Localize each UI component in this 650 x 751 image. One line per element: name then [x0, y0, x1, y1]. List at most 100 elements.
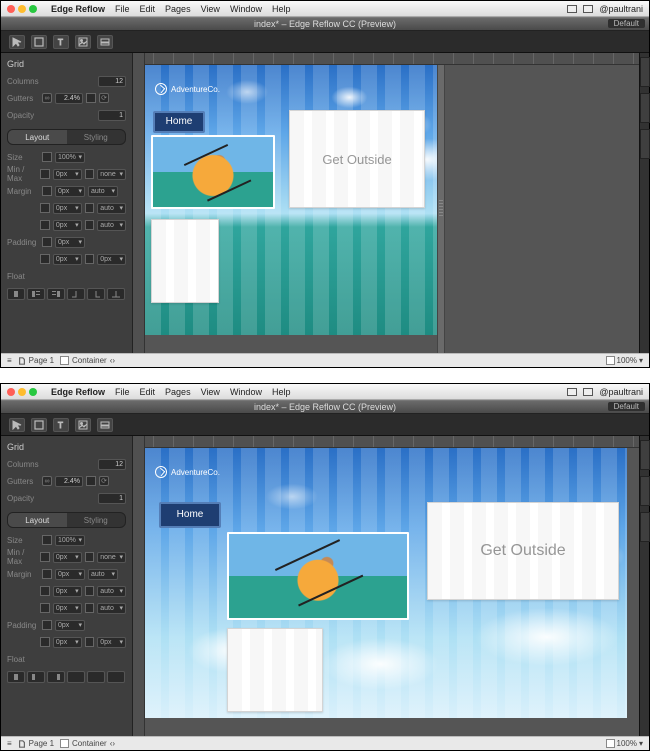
- opacity-input[interactable]: 1: [98, 493, 126, 504]
- zoom-icon[interactable]: [29, 388, 37, 396]
- image-tool-icon[interactable]: [75, 418, 91, 432]
- size-input[interactable]: 100%▾: [55, 152, 85, 163]
- refresh-icon[interactable]: ⟳: [99, 476, 109, 486]
- window-controls[interactable]: [7, 388, 37, 396]
- form-tool-icon[interactable]: [97, 35, 113, 49]
- box-tool-icon[interactable]: [31, 418, 47, 432]
- clear-both-icon[interactable]: [107, 671, 125, 683]
- link-icon[interactable]: ∞: [42, 476, 52, 486]
- min-input[interactable]: 0px▾: [53, 169, 82, 180]
- gutters-input[interactable]: 2.4%: [55, 476, 83, 487]
- zoom-icon[interactable]: [29, 5, 37, 13]
- margin-input[interactable]: 0px▾: [53, 220, 82, 231]
- columns-input[interactable]: 12: [98, 459, 126, 470]
- refresh-icon[interactable]: ⟳: [99, 93, 109, 103]
- tab-layout[interactable]: Layout: [8, 130, 67, 144]
- panel-tab-icon[interactable]: [640, 129, 650, 159]
- breakpoint-handle[interactable]: [437, 65, 445, 353]
- margin-link-icon[interactable]: [42, 186, 52, 196]
- panel-tab-icon[interactable]: [640, 440, 650, 470]
- menu-help[interactable]: Help: [272, 387, 291, 397]
- breadcrumb-container[interactable]: Container ‹›: [60, 356, 115, 365]
- home-nav-button[interactable]: Home: [159, 502, 221, 528]
- hamburger-icon[interactable]: ≡: [7, 356, 12, 365]
- panel-tab-icon[interactable]: [640, 512, 650, 542]
- minimize-icon[interactable]: [18, 5, 26, 13]
- menu-edit[interactable]: Edit: [140, 4, 156, 14]
- margin-link-icon[interactable]: [40, 203, 50, 213]
- margin-link-icon[interactable]: [85, 203, 95, 213]
- text-tool-icon[interactable]: T: [53, 418, 69, 432]
- size-input[interactable]: 100%▾: [55, 535, 85, 546]
- close-icon[interactable]: [7, 388, 15, 396]
- breadcrumb-page[interactable]: Page 1: [18, 356, 54, 365]
- design-page[interactable]: AdventureCo. Home Get Outside: [145, 448, 627, 718]
- menu-pages[interactable]: Pages: [165, 387, 191, 397]
- clear-right-icon[interactable]: [87, 288, 105, 300]
- float-left-icon[interactable]: [27, 288, 45, 300]
- menu-window[interactable]: Window: [230, 387, 262, 397]
- text-tool-icon[interactable]: T: [53, 35, 69, 49]
- float-right-icon[interactable]: [47, 288, 65, 300]
- columns-input[interactable]: 12: [98, 76, 126, 87]
- menu-pages[interactable]: Pages: [165, 4, 191, 14]
- padding-input[interactable]: 0px▾: [53, 254, 82, 265]
- minimize-icon[interactable]: [18, 388, 26, 396]
- image-tool-icon[interactable]: [75, 35, 91, 49]
- menu-view[interactable]: View: [201, 387, 220, 397]
- padding-input[interactable]: 0px▾: [97, 254, 126, 265]
- box-tool-icon[interactable]: [31, 35, 47, 49]
- menu-file[interactable]: File: [115, 387, 130, 397]
- content-card-blank[interactable]: [227, 628, 323, 712]
- float-right-icon[interactable]: [47, 671, 65, 683]
- brand-logo[interactable]: AdventureCo.: [155, 466, 220, 478]
- min-lock-icon[interactable]: [40, 169, 50, 179]
- margin-top-input[interactable]: 0px▾: [55, 186, 85, 197]
- margin-input[interactable]: auto▾: [97, 203, 126, 214]
- padding-link-icon[interactable]: [40, 254, 50, 264]
- brand-logo[interactable]: AdventureCo.: [155, 83, 220, 95]
- hero-image-kayak[interactable]: [151, 135, 275, 209]
- gutters-input[interactable]: 2.4%: [55, 93, 83, 104]
- home-nav-button[interactable]: Home: [153, 111, 205, 133]
- margin-link-icon[interactable]: [85, 220, 95, 230]
- menu-window[interactable]: Window: [230, 4, 262, 14]
- float-none-icon[interactable]: [7, 288, 25, 300]
- margin-input[interactable]: 0px▾: [53, 203, 82, 214]
- design-page[interactable]: AdventureCo. Home Get Outside: [145, 65, 437, 335]
- margin-input[interactable]: auto▾: [97, 220, 126, 231]
- padding-link-icon[interactable]: [85, 254, 95, 264]
- max-lock-icon[interactable]: [85, 169, 95, 179]
- menu-edit[interactable]: Edit: [140, 387, 156, 397]
- layout-preset-chip[interactable]: Default: [608, 402, 645, 411]
- content-card-blank[interactable]: [151, 219, 219, 303]
- select-tool-icon[interactable]: [9, 418, 25, 432]
- select-tool-icon[interactable]: [9, 35, 25, 49]
- hero-text-card[interactable]: Get Outside: [289, 110, 425, 208]
- zoom-control[interactable]: 100% ▾: [606, 356, 643, 365]
- clear-left-icon[interactable]: [67, 671, 85, 683]
- hero-text-card[interactable]: Get Outside: [427, 502, 619, 600]
- float-none-icon[interactable]: [7, 671, 25, 683]
- gutters-lock-icon[interactable]: [86, 476, 96, 486]
- panel-tab-icon[interactable]: [640, 57, 650, 87]
- layout-preset-chip[interactable]: Default: [608, 19, 645, 28]
- menu-help[interactable]: Help: [272, 4, 291, 14]
- size-lock-icon[interactable]: [42, 152, 52, 162]
- link-icon[interactable]: ∞: [42, 93, 52, 103]
- tab-layout[interactable]: Layout: [8, 513, 67, 527]
- clear-both-icon[interactable]: [107, 288, 125, 300]
- menu-view[interactable]: View: [201, 4, 220, 14]
- menu-file[interactable]: File: [115, 4, 130, 14]
- clear-left-icon[interactable]: [67, 288, 85, 300]
- max-input[interactable]: none▾: [97, 169, 126, 180]
- panel-tab-icon[interactable]: [640, 93, 650, 123]
- gutters-lock-icon[interactable]: [86, 93, 96, 103]
- close-icon[interactable]: [7, 5, 15, 13]
- window-controls[interactable]: [7, 5, 37, 13]
- margin-link-icon[interactable]: [40, 220, 50, 230]
- margin-side-input[interactable]: auto▾: [88, 186, 118, 197]
- clear-right-icon[interactable]: [87, 671, 105, 683]
- tab-styling[interactable]: Styling: [67, 130, 126, 144]
- form-tool-icon[interactable]: [97, 418, 113, 432]
